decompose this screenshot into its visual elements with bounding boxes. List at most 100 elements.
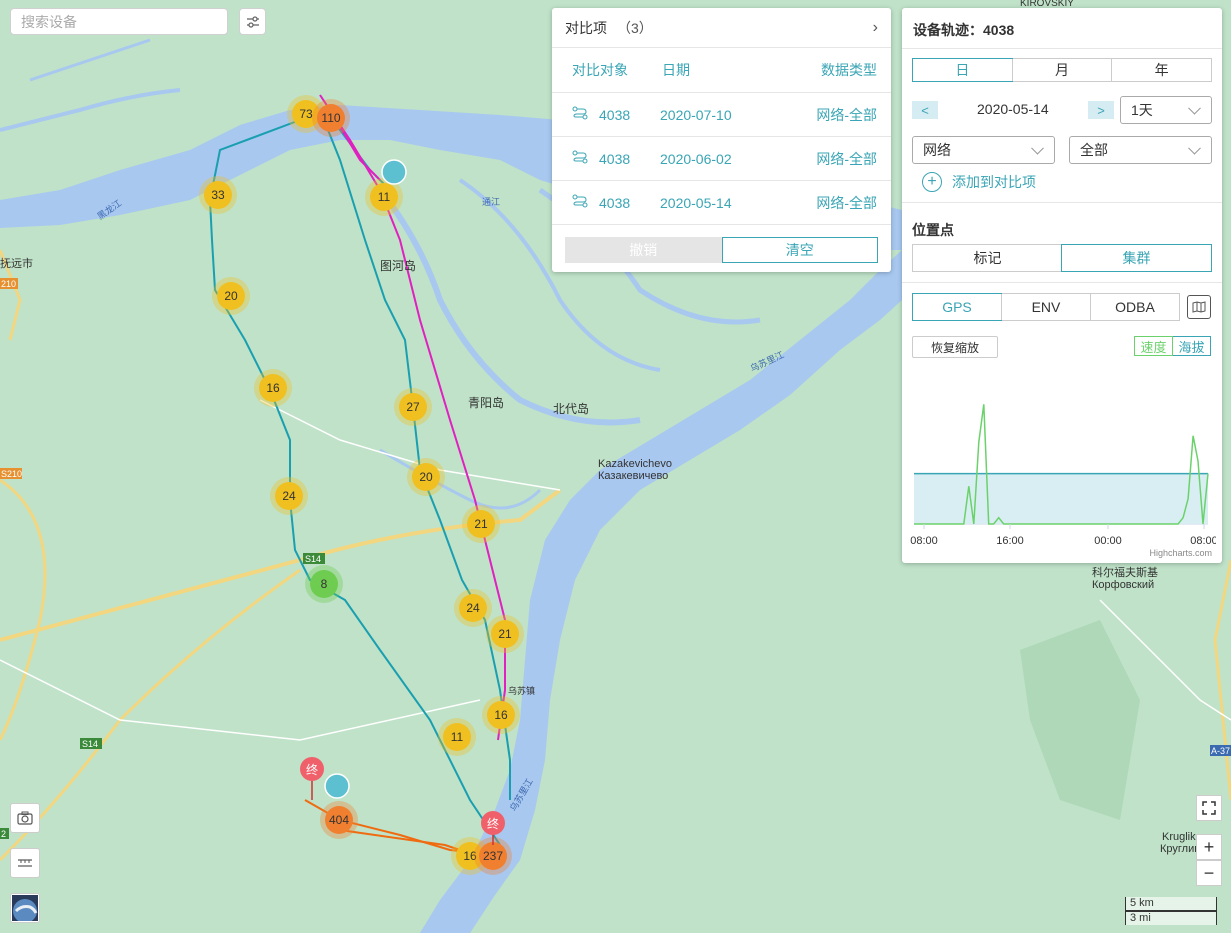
cluster-marker[interactable]: 11 (438, 718, 476, 756)
cluster-count: 21 (474, 517, 488, 531)
next-date-button[interactable]: > (1088, 101, 1114, 119)
compare-device: 4038 (599, 106, 631, 123)
place-label: Казакевичево (598, 470, 668, 482)
cluster-count: 404 (329, 813, 349, 827)
compare-row[interactable]: 4038 2020-07-10 网络-全部 (552, 93, 891, 137)
measure-button[interactable] (10, 848, 40, 878)
cluster-marker[interactable]: 33 (199, 176, 237, 214)
cluster-marker[interactable]: 21 (486, 615, 524, 653)
series-area-海拔 (914, 473, 1208, 524)
cluster-count: 16 (494, 708, 508, 722)
cluster-count: 20 (224, 289, 238, 303)
zoom-in-button[interactable]: + (1196, 834, 1222, 860)
place-label: 北代岛 (553, 401, 589, 416)
x-tick-label: 16:00 (996, 535, 1024, 547)
cluster-marker[interactable]: 21 (462, 505, 500, 543)
cluster-marker[interactable]: 404 (320, 801, 358, 839)
speed-toggle[interactable]: 速度 (1134, 336, 1173, 356)
cluster-count: 110 (321, 111, 340, 125)
road-label: 210 (1, 279, 16, 289)
search-input[interactable] (11, 9, 227, 34)
x-tick-label: 08:00 (1190, 535, 1216, 547)
filter-button[interactable] (239, 8, 266, 35)
tab-month[interactable]: 月 (1011, 59, 1112, 81)
screenshot-button[interactable] (10, 803, 40, 833)
period-tabs: 日 月 年 (912, 58, 1212, 82)
fullscreen-icon (1202, 801, 1216, 815)
river-label: 通江 (482, 197, 500, 207)
cluster-marker[interactable]: 16 (254, 369, 292, 407)
place-label: 抚远市 (0, 256, 33, 270)
satellite-layer-button[interactable] (10, 893, 40, 923)
points-tabs: 标记 集群 (912, 244, 1212, 272)
cluster-marker[interactable]: 24 (270, 477, 308, 515)
cluster-marker[interactable]: 110 (312, 99, 350, 137)
compare-row[interactable]: 4038 2020-05-14 网络-全部 (552, 181, 891, 225)
tab-marker[interactable]: 标记 (913, 245, 1062, 271)
search-box[interactable] (10, 8, 228, 35)
add-compare-button[interactable]: + 添加到对比项 (922, 172, 1036, 192)
reset-zoom-button[interactable]: 恢复缩放 (912, 336, 998, 358)
filter-select[interactable]: 全部 (1069, 136, 1212, 164)
compare-panel: 对比项 （3） › 对比对象 日期 数据类型 4038 2020-07-10 网… (552, 8, 891, 272)
cluster-marker[interactable]: 16 (482, 696, 520, 734)
range-value: 1天 (1131, 102, 1153, 118)
chevron-right-icon[interactable]: › (873, 19, 878, 37)
compare-device: 4038 (599, 150, 631, 167)
start-marker-icon[interactable] (381, 159, 407, 185)
fullscreen-button[interactable] (1196, 795, 1222, 821)
range-select[interactable]: 1天 (1120, 96, 1212, 124)
source-select[interactable]: 网络 (912, 136, 1055, 164)
cluster-count: 33 (211, 188, 225, 202)
add-compare-label: 添加到对比项 (952, 174, 1036, 190)
tab-year[interactable]: 年 (1111, 59, 1211, 81)
cluster-marker[interactable]: 24 (454, 589, 492, 627)
tab-odba[interactable]: ODBA (1090, 294, 1179, 320)
place-label: 乌苏镇 (508, 685, 535, 696)
cluster-marker[interactable]: 20 (407, 458, 445, 496)
cluster-marker[interactable]: 8 (305, 565, 343, 603)
clear-button[interactable]: 清空 (721, 237, 878, 263)
undo-button[interactable]: 撤销 (565, 237, 722, 263)
cluster-count: 27 (406, 400, 420, 414)
speed-altitude-chart[interactable]: 08:00 16:00 00:00 08:00Highcharts.com (910, 388, 1216, 558)
prev-date-button[interactable]: < (912, 101, 938, 119)
compare-date: 2020-06-02 (660, 150, 732, 167)
camera-icon (17, 811, 33, 825)
cluster-count: 24 (466, 601, 480, 615)
track-panel: 设备轨迹：4038 日 月 年 < 2020-05-14 > 1天 网络 全部 … (902, 8, 1222, 563)
tab-env[interactable]: ENV (1001, 294, 1090, 320)
compare-device: 4038 (599, 194, 631, 211)
x-tick-label: 08:00 (910, 535, 938, 547)
place-label: Корфовский (1092, 579, 1154, 591)
tab-cluster[interactable]: 集群 (1061, 244, 1212, 272)
tab-gps[interactable]: GPS (912, 293, 1002, 321)
date-display[interactable]: 2020-05-14 (977, 101, 1049, 117)
compare-toggle-button[interactable] (1187, 295, 1211, 319)
panel-title: 设备轨迹：4038 (913, 22, 1015, 38)
cluster-count: 11 (378, 190, 391, 204)
plus-icon: + (1203, 836, 1215, 857)
route-icon (572, 106, 588, 123)
start-marker-icon[interactable] (324, 773, 350, 799)
route-icon (572, 150, 588, 167)
sliders-icon (246, 15, 259, 28)
cluster-marker[interactable]: 27 (394, 388, 432, 426)
place-label: 青阳岛 (468, 395, 504, 410)
cluster-count: 11 (451, 730, 464, 744)
cluster-marker[interactable]: 20 (212, 277, 250, 315)
chart-credit[interactable]: Highcharts.com (1149, 548, 1212, 558)
compare-columns: 对比对象 日期 数据类型 (552, 48, 891, 93)
cluster-count: 16 (266, 381, 280, 395)
zoom-out-button[interactable]: − (1196, 860, 1222, 886)
minus-icon: − (1203, 862, 1215, 883)
road-label: S14 (82, 739, 98, 749)
tab-day[interactable]: 日 (912, 58, 1013, 82)
column-device: 对比对象 (572, 62, 628, 78)
compare-header[interactable]: 对比项 （3） › (552, 8, 891, 48)
compare-row[interactable]: 4038 2020-06-02 网络-全部 (552, 137, 891, 181)
road-label: 2 (1, 829, 6, 839)
cluster-count: 73 (299, 107, 313, 121)
compare-type: 网络-全部 (816, 106, 877, 123)
altitude-toggle[interactable]: 海拔 (1173, 336, 1211, 356)
